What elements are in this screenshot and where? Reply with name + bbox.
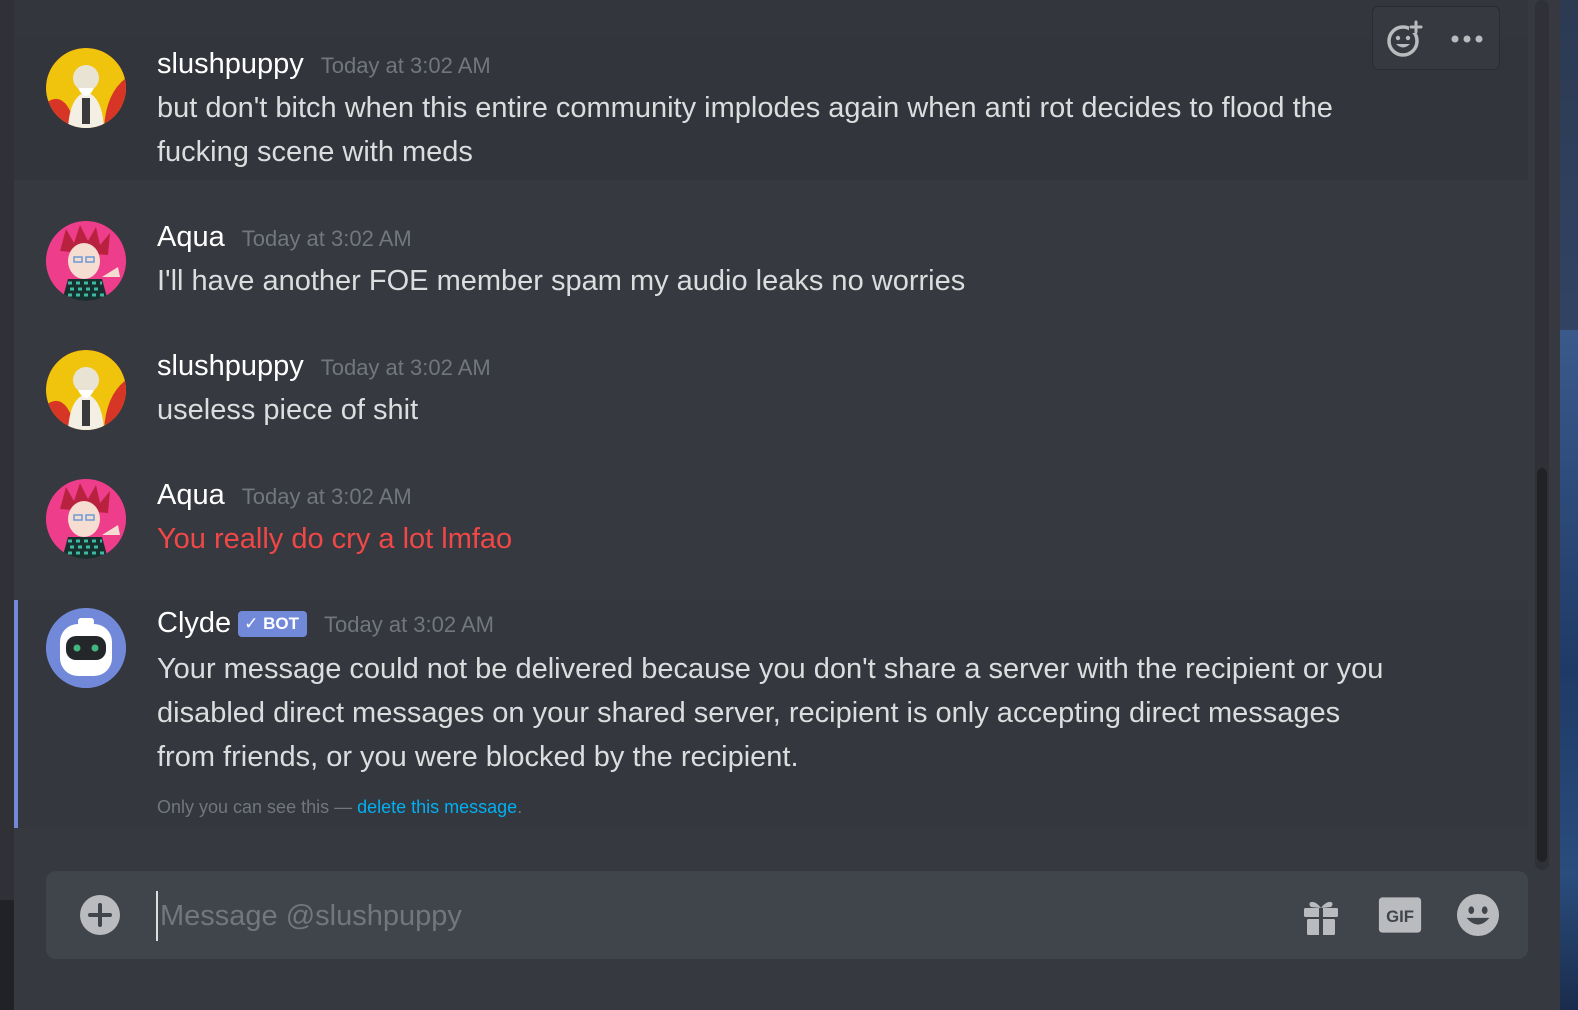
more-options-icon[interactable] — [1445, 17, 1489, 61]
message-content: useless piece of shit — [157, 388, 1427, 432]
message-line: useless piece of shit — [157, 394, 419, 426]
timestamp[interactable]: Today at 3:02 AM — [242, 484, 412, 510]
username[interactable]: Aqua — [157, 221, 225, 254]
message-composer: GIF — [46, 871, 1528, 959]
message-toolbar — [1372, 6, 1500, 70]
username[interactable]: Clyde — [157, 607, 231, 640]
typing-indicator-area — [14, 972, 1560, 1010]
message-content: but don't bitch when this entire communi… — [157, 86, 1427, 174]
message-item[interactable]: slushpuppy Today at 3:02 AM but don't bi… — [14, 6, 1528, 180]
previous-message-fade — [14, 0, 1528, 38]
message-line: from friends, or you were blocked by the… — [157, 741, 799, 773]
scrollbar-thumb[interactable] — [1537, 468, 1547, 862]
message-line: I'll have another FOE member spam my aud… — [157, 265, 966, 297]
attach-plus-icon[interactable] — [78, 893, 122, 937]
message-line: disabled direct messages on your shared … — [157, 697, 1341, 729]
avatar[interactable] — [46, 48, 126, 128]
desktop-background — [1560, 0, 1578, 1010]
ephemeral-message[interactable]: Clyde ✓ BOT Today at 3:02 AM Your messag… — [14, 600, 1528, 828]
avatar[interactable] — [46, 221, 126, 301]
message-item[interactable]: Aqua Today at 3:02 AM You really do cry … — [14, 470, 1528, 570]
timestamp[interactable]: Today at 3:02 AM — [321, 355, 491, 381]
timestamp[interactable]: Today at 3:02 AM — [321, 53, 491, 79]
avatar[interactable] — [46, 608, 126, 688]
aqua-avatar-icon — [46, 221, 126, 301]
avatar[interactable] — [46, 350, 126, 430]
delete-message-link[interactable]: delete this message — [357, 797, 517, 817]
message-input[interactable] — [156, 891, 1272, 941]
gift-icon[interactable] — [1299, 893, 1343, 937]
note-prefix: Only you can see this — — [157, 797, 358, 817]
username[interactable]: slushpuppy — [157, 350, 304, 383]
message-item[interactable]: Aqua Today at 3:02 AM I'll have another … — [14, 212, 1528, 312]
ephemeral-note: Only you can see this — delete this mess… — [157, 797, 522, 818]
message-line: You really do cry a lot lmfao — [157, 523, 513, 555]
clyde-bot-icon — [46, 608, 126, 688]
username[interactable]: slushpuppy — [157, 48, 304, 81]
bot-badge: ✓ BOT — [238, 611, 308, 637]
slushpuppy-avatar-icon — [46, 48, 126, 128]
message-content: Your message could not be delivered beca… — [157, 647, 1427, 779]
username[interactable]: Aqua — [157, 479, 225, 512]
message-line: but don't bitch when this entire communi… — [157, 92, 1333, 124]
message-content: I'll have another FOE member spam my aud… — [157, 259, 1427, 303]
add-reaction-icon[interactable] — [1383, 17, 1427, 61]
left-edge — [0, 0, 14, 1010]
note-suffix: . — [517, 797, 523, 817]
emoji-icon[interactable] — [1456, 893, 1500, 937]
avatar[interactable] — [46, 479, 126, 559]
message-content: You really do cry a lot lmfao — [157, 517, 1427, 561]
gif-label: GIF — [1386, 907, 1414, 926]
chat-panel: slushpuppy Today at 3:02 AM but don't bi… — [14, 0, 1560, 1010]
message-line: fucking scene with meds — [157, 136, 473, 168]
timestamp[interactable]: Today at 3:02 AM — [324, 612, 494, 638]
message-item[interactable]: slushpuppy Today at 3:02 AM useless piec… — [14, 341, 1528, 441]
message-line: Your message could not be delivered beca… — [157, 653, 1384, 685]
timestamp[interactable]: Today at 3:02 AM — [242, 226, 412, 252]
aqua-avatar-icon — [46, 479, 126, 559]
slushpuppy-avatar-icon — [46, 350, 126, 430]
gif-button[interactable]: GIF — [1378, 893, 1422, 937]
